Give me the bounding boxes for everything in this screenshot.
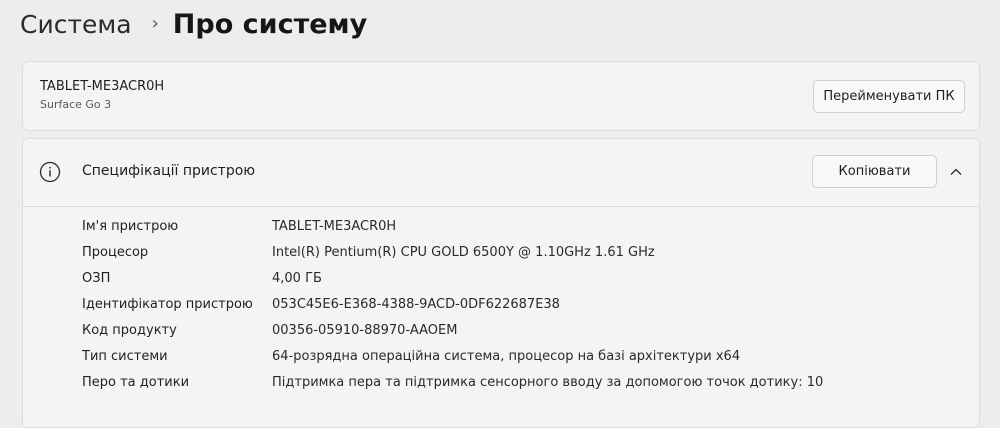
rename-pc-button[interactable]: Перейменувати ПК — [813, 80, 965, 113]
spec-row-ram: ОЗП 4,00 ГБ — [23, 267, 979, 291]
device-specs-card: Специфікації пристрою Копіювати Ім'я при… — [22, 138, 980, 428]
spec-row-system-type: Тип системи 64-розрядна операційна систе… — [23, 345, 979, 369]
breadcrumb: Система › Про систему — [20, 4, 367, 44]
spec-value: Підтримка пера та підтримка сенсорного в… — [272, 375, 824, 390]
chevron-up-icon[interactable] — [949, 165, 963, 179]
spec-row-device-id: Ідентифікатор пристрою 053C45E6-E368-438… — [23, 293, 979, 317]
spec-row-product-id: Код продукту 00356-05910-88970-AAOEM — [23, 319, 979, 343]
spec-value: 00356-05910-88970-AAOEM — [272, 323, 458, 338]
device-name: TABLET-ME3ACR0H — [40, 79, 165, 94]
device-name-card: TABLET-ME3ACR0H Surface Go 3 Перейменува… — [22, 61, 980, 131]
spec-label: Ідентифікатор пристрою — [82, 297, 253, 312]
spec-row-device-name: Ім'я пристрою TABLET-ME3ACR0H — [23, 215, 979, 239]
breadcrumb-system-link[interactable]: Система — [20, 10, 132, 39]
spec-row-processor: Процесор Intel(R) Pentium(R) CPU GOLD 65… — [23, 241, 979, 265]
copy-button[interactable]: Копіювати — [812, 155, 937, 188]
spec-label: Перо та дотики — [82, 375, 190, 390]
device-specs-title: Специфікації пристрою — [82, 163, 256, 179]
spec-label: Ім'я пристрою — [82, 219, 179, 234]
page-title: Про систему — [172, 8, 368, 40]
device-model: Surface Go 3 — [40, 98, 112, 111]
spec-value: 4,00 ГБ — [272, 271, 322, 286]
spec-label: Код продукту — [82, 323, 177, 338]
spec-row-pen-touch: Перо та дотики Підтримка пера та підтрим… — [23, 371, 979, 395]
device-specs-header[interactable]: Специфікації пристрою Копіювати — [23, 139, 979, 207]
spec-value: 053C45E6-E368-4388-9ACD-0DF622687E38 — [272, 297, 560, 312]
spec-value: TABLET-ME3ACR0H — [272, 219, 397, 234]
spec-value: Intel(R) Pentium(R) CPU GOLD 6500Y @ 1.1… — [272, 245, 655, 260]
spec-label: ОЗП — [82, 271, 111, 286]
spec-label: Тип системи — [82, 349, 168, 364]
spec-value: 64-розрядна операційна система, процесор… — [272, 349, 741, 364]
info-icon — [39, 161, 61, 183]
breadcrumb-separator: › — [151, 12, 159, 34]
spec-label: Процесор — [82, 245, 149, 260]
